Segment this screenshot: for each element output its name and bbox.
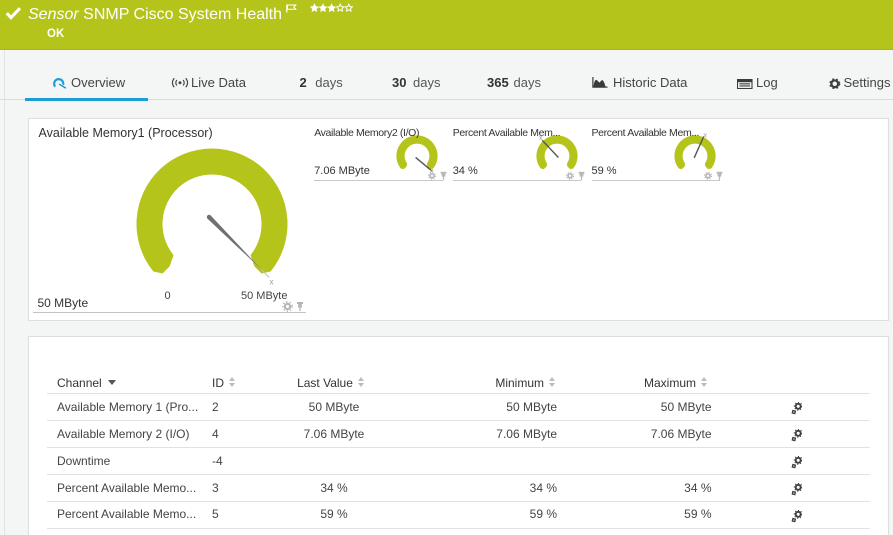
svg-text:x: x: [704, 133, 708, 140]
svg-text:x: x: [270, 278, 274, 287]
